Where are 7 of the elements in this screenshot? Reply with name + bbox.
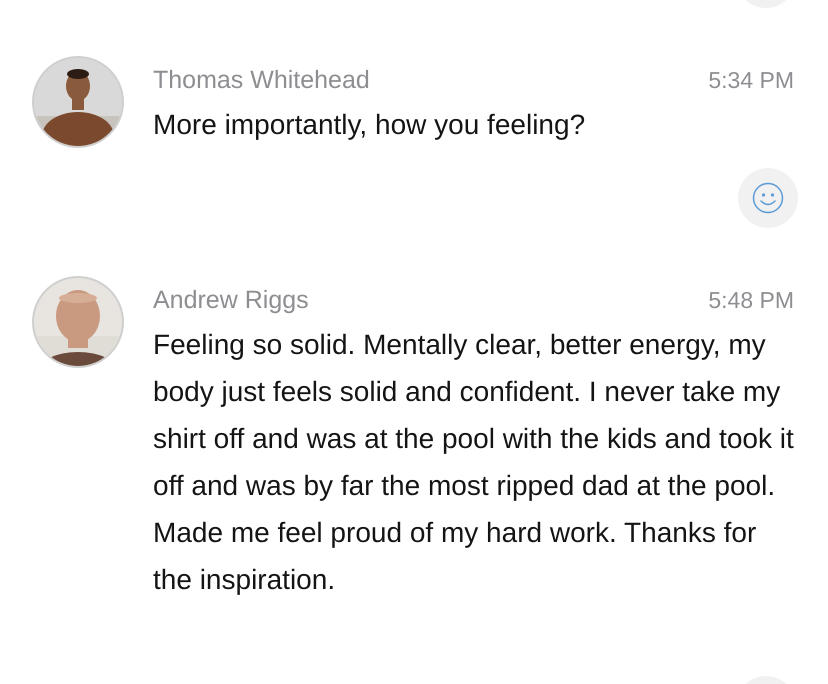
message-text: More importantly, how you feeling?	[153, 108, 586, 142]
message-text: Feeling so solid. Mentally clear, better energy, my body just feels solid and confident. I never take my shirt off and was at the pool with the kids and took it off and was by far the most ripped dad at the pool. Made me feel proud of my hard work. Thanks for the inspiration.	[153, 328, 794, 597]
author-name: Thomas Whitehead	[153, 65, 370, 95]
message-time: 5:34 PM	[708, 67, 794, 94]
message-time: 5:48 PM	[708, 287, 794, 314]
smiley-icon	[752, 182, 784, 214]
author-name: Andrew Riggs	[153, 285, 309, 315]
